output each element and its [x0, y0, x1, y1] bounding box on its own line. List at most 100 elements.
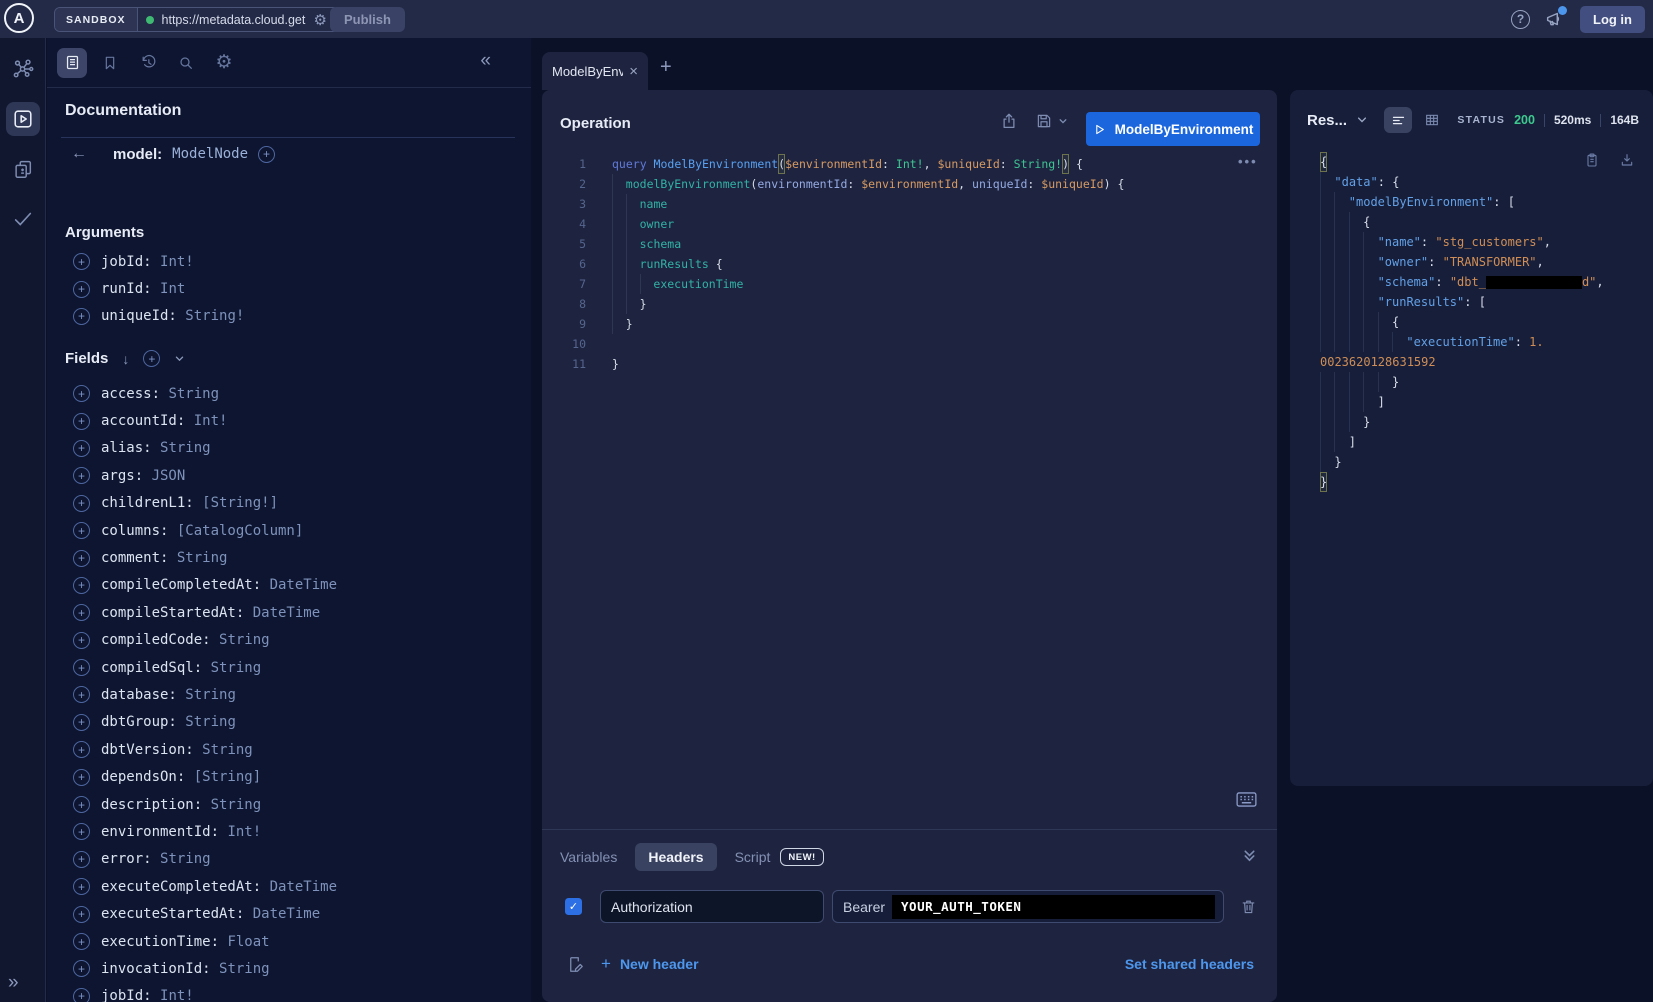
add-field-button[interactable]: +	[73, 686, 90, 703]
header-enabled-checkbox[interactable]: ✓	[565, 898, 582, 915]
add-all-fields-button[interactable]: +	[258, 146, 275, 163]
add-field-button[interactable]: +	[73, 659, 90, 676]
run-operation-button[interactable]: ModelByEnvironment	[1086, 112, 1260, 146]
table-view-toggle-icon[interactable]	[1418, 107, 1446, 133]
documentation-tab-icon[interactable]	[57, 48, 87, 78]
checklist-icon[interactable]	[6, 202, 40, 236]
add-field-button[interactable]: +	[73, 632, 90, 649]
add-field-button[interactable]: +	[73, 851, 90, 868]
header-value-input[interactable]: Bearer YOUR_AUTH_TOKEN	[832, 890, 1224, 923]
field-item: +alias: String	[47, 435, 531, 462]
add-field-button[interactable]: +	[73, 741, 90, 758]
arguments-list: +jobId: Int!+runId: Int+uniqueId: String…	[47, 248, 531, 330]
set-shared-headers-link[interactable]: Set shared headers	[1125, 956, 1254, 972]
add-field-button[interactable]: +	[73, 522, 90, 539]
code-line: 5schema	[542, 234, 1277, 254]
add-field-button[interactable]: +	[73, 796, 90, 813]
field-item: +columns: [CatalogColumn]	[47, 517, 531, 544]
json-line: {	[1320, 212, 1640, 232]
field-item: +compileStartedAt: DateTime	[47, 599, 531, 626]
json-line: }	[1320, 472, 1640, 492]
model-label: model:	[113, 146, 162, 163]
response-dropdown-chevron-icon[interactable]	[1356, 114, 1368, 126]
add-field-button[interactable]: +	[73, 988, 90, 1002]
publish-button[interactable]: Publish	[330, 7, 405, 32]
add-field-button[interactable]: +	[73, 714, 90, 731]
tab-variables[interactable]: Variables	[560, 849, 617, 865]
code-line: 10	[542, 334, 1277, 354]
tab-headers[interactable]: Headers	[635, 843, 716, 871]
response-title: Res...	[1307, 112, 1347, 129]
chevron-down-icon[interactable]	[174, 353, 185, 364]
add-field-button[interactable]: +	[73, 769, 90, 786]
collapse-panel-icon[interactable]	[1242, 848, 1257, 863]
add-fields-button[interactable]: +	[143, 350, 160, 367]
redacted-value	[1486, 276, 1582, 289]
plus-icon: +	[601, 954, 611, 974]
raw-view-toggle-icon[interactable]	[1384, 107, 1412, 133]
save-operation-icon[interactable]	[1035, 112, 1068, 130]
add-field-button[interactable]: +	[73, 906, 90, 923]
history-icon[interactable]	[133, 48, 163, 78]
search-icon[interactable]	[171, 48, 201, 78]
add-field-button[interactable]: +	[73, 933, 90, 950]
response-time: 520ms	[1554, 113, 1591, 127]
code-line: 6runResults {	[542, 254, 1277, 274]
keyboard-shortcuts-icon[interactable]	[1236, 792, 1257, 807]
add-field-button[interactable]: +	[73, 413, 90, 430]
play-icon	[1093, 123, 1106, 136]
graphql-editor[interactable]: 1query ModelByEnvironment($environmentId…	[542, 154, 1277, 374]
field-item: +jobId: Int!	[47, 983, 531, 1002]
json-line: }	[1320, 412, 1640, 432]
explorer-icon[interactable]	[6, 102, 40, 136]
delete-header-icon[interactable]	[1240, 898, 1257, 915]
schema-graph-icon[interactable]	[6, 52, 40, 86]
add-field-button[interactable]: +	[73, 878, 90, 895]
add-field-button[interactable]: +	[73, 604, 90, 621]
add-field-button[interactable]: +	[73, 550, 90, 567]
back-arrow-icon[interactable]: ←	[71, 145, 87, 163]
add-field-button[interactable]: +	[73, 577, 90, 594]
close-tab-icon[interactable]: ×	[629, 63, 638, 80]
add-field-button[interactable]: +	[73, 281, 90, 298]
sandbox-badge: SANDBOX	[55, 8, 138, 31]
model-type-link[interactable]: ModelNode	[172, 146, 248, 162]
sort-fields-icon[interactable]: ↓	[122, 351, 129, 367]
add-field-button[interactable]: +	[73, 467, 90, 484]
bookmarks-icon[interactable]	[95, 48, 125, 78]
tab-script[interactable]: Script	[735, 849, 771, 865]
code-line: 9}	[542, 314, 1277, 334]
add-field-button[interactable]: +	[73, 495, 90, 512]
header-name-input[interactable]: Authorization	[600, 890, 824, 923]
new-header-button[interactable]: + New header	[601, 954, 699, 974]
endpoint-settings-icon[interactable]: ⚙	[314, 11, 327, 29]
json-line: }	[1320, 452, 1640, 472]
docs-toolbar: ⚙ «	[47, 38, 531, 88]
new-tab-button[interactable]: +	[660, 56, 672, 79]
response-json[interactable]: {"data": {"modelByEnvironment": [{"name"…	[1320, 152, 1640, 492]
settings-gear-icon[interactable]: ⚙	[209, 48, 239, 78]
divider	[1544, 114, 1545, 127]
add-field-button[interactable]: +	[73, 823, 90, 840]
add-field-button[interactable]: +	[73, 308, 90, 325]
operation-tab[interactable]: ModelByEnvi... ×	[542, 52, 648, 90]
field-item: +error: String	[47, 846, 531, 873]
top-bar: A SANDBOX https://metadata.cloud.get ⚙ P…	[0, 0, 1653, 38]
preview-headers-icon[interactable]	[566, 955, 585, 974]
field-item: +environmentId: Int!	[47, 818, 531, 845]
json-line: }	[1320, 372, 1640, 392]
endpoint-url[interactable]: https://metadata.cloud.get	[162, 13, 312, 27]
json-line: {	[1320, 312, 1640, 332]
collapse-docs-icon[interactable]: «	[480, 50, 491, 72]
login-button[interactable]: Log in	[1580, 6, 1645, 33]
operation-collections-icon[interactable]	[6, 152, 40, 186]
help-icon[interactable]: ?	[1511, 10, 1530, 29]
announcements-icon[interactable]	[1544, 8, 1566, 30]
add-field-button[interactable]: +	[73, 385, 90, 402]
expand-rail-icon[interactable]: »	[8, 972, 19, 994]
add-field-button[interactable]: +	[73, 253, 90, 270]
endpoint-url-field[interactable]: https://metadata.cloud.get ⚙	[138, 8, 338, 31]
add-field-button[interactable]: +	[73, 440, 90, 457]
share-operation-icon[interactable]	[1000, 112, 1018, 130]
add-field-button[interactable]: +	[73, 960, 90, 977]
